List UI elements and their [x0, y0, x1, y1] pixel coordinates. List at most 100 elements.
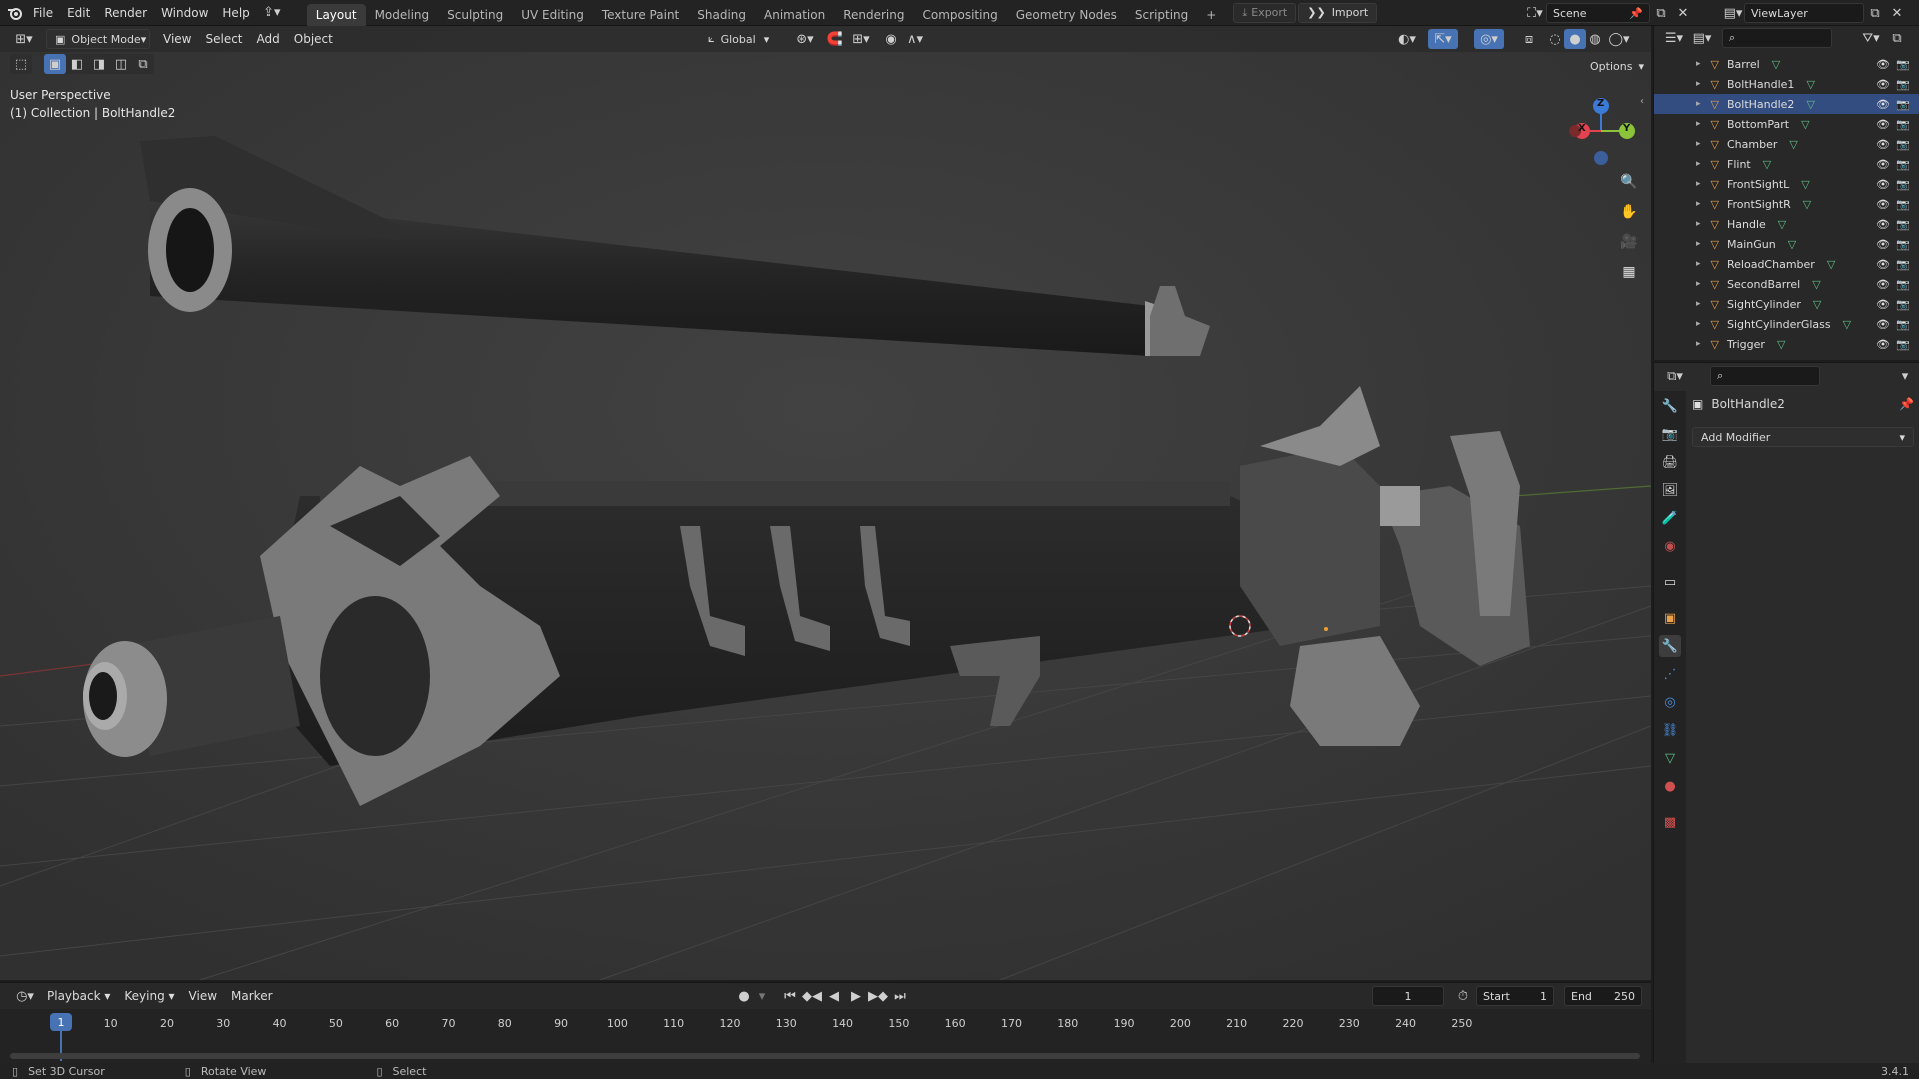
tab-uv-editing[interactable]: UV Editing: [512, 4, 593, 26]
next-keyframe-icon[interactable]: ▶◆: [867, 986, 889, 1006]
rendered-shading-icon[interactable]: ◯▾: [1604, 29, 1634, 49]
outliner-search-input[interactable]: ⌕: [1722, 28, 1832, 48]
select-subtract-icon[interactable]: ◨: [88, 54, 110, 74]
mesh-data-icon[interactable]: ▽: [1778, 218, 1786, 231]
export-button[interactable]: ⤓ Export: [1233, 2, 1297, 23]
import-button[interactable]: ❯❯ Import: [1298, 2, 1378, 23]
expand-arrow-icon[interactable]: ▸: [1696, 59, 1701, 69]
eye-icon[interactable]: 👁: [1876, 218, 1890, 231]
vp-menu-object[interactable]: Object: [287, 26, 340, 52]
timeline-track[interactable]: 1102030405060708090100110120130140150160…: [0, 1009, 1651, 1064]
pivot-point-icon[interactable]: ⊛▾: [790, 29, 820, 49]
outliner-item[interactable]: ▸ ▽ Barrel ▽ 👁 📷: [1654, 54, 1919, 74]
add-workspace-button[interactable]: +: [1197, 4, 1225, 26]
camera-view-icon[interactable]: 🎥: [1617, 230, 1641, 254]
eye-icon[interactable]: 👁: [1876, 58, 1890, 71]
expand-arrow-icon[interactable]: ▸: [1696, 259, 1701, 269]
render-tab-icon[interactable]: 📷: [1659, 423, 1681, 445]
eye-icon[interactable]: 👁: [1876, 78, 1890, 91]
expand-arrow-icon[interactable]: ▸: [1696, 159, 1701, 169]
output-tab-icon[interactable]: 🖨: [1659, 451, 1681, 473]
expand-arrow-icon[interactable]: ▸: [1696, 79, 1701, 89]
outliner-item[interactable]: ▸ ▽ FrontSightR ▽ 👁 📷: [1654, 194, 1919, 214]
camera-render-icon[interactable]: 📷: [1896, 338, 1910, 351]
play-icon[interactable]: ▶: [845, 986, 867, 1006]
camera-render-icon[interactable]: 📷: [1896, 218, 1910, 231]
outliner-item[interactable]: ▸ ▽ BottomPart ▽ 👁 📷: [1654, 114, 1919, 134]
texture-tab-icon[interactable]: ▩: [1659, 811, 1681, 833]
timeline-scrollbar[interactable]: [10, 1053, 1640, 1059]
outliner-item[interactable]: ▸ ▽ Handle ▽ 👁 📷: [1654, 214, 1919, 234]
outliner-item[interactable]: ▸ ▽ Chamber ▽ 👁 📷: [1654, 134, 1919, 154]
mesh-data-icon[interactable]: ▽: [1777, 338, 1785, 351]
eye-icon[interactable]: 👁: [1876, 158, 1890, 171]
outliner-editor-icon[interactable]: ☰▾: [1660, 28, 1688, 48]
mesh-data-icon[interactable]: ▽: [1763, 158, 1771, 171]
3d-viewport[interactable]: ⊞▾ ▣ Object Mode ▾ View Select Add Objec…: [0, 26, 1651, 980]
snap-icon[interactable]: 🧲: [824, 29, 846, 49]
expand-arrow-icon[interactable]: ▸: [1696, 139, 1701, 149]
mesh-data-icon[interactable]: ▽: [1801, 178, 1809, 191]
tab-shading[interactable]: Shading: [688, 4, 755, 26]
outliner-item[interactable]: ▸ ▽ FrontSightL ▽ 👁 📷: [1654, 174, 1919, 194]
proportional-edit-icon[interactable]: ◉: [880, 29, 902, 49]
object-tab-icon[interactable]: ▣: [1659, 607, 1681, 629]
zoom-icon[interactable]: 🔍: [1617, 170, 1641, 194]
camera-render-icon[interactable]: 📷: [1896, 198, 1910, 211]
mesh-data-icon[interactable]: ▽: [1803, 198, 1811, 211]
camera-render-icon[interactable]: 📷: [1896, 118, 1910, 131]
camera-render-icon[interactable]: 📷: [1896, 178, 1910, 191]
tab-sculpting[interactable]: Sculpting: [438, 4, 512, 26]
eye-icon[interactable]: 👁: [1876, 278, 1890, 291]
editor-type-icon[interactable]: ⊞▾: [10, 29, 38, 49]
play-reverse-icon[interactable]: ◀: [823, 986, 845, 1006]
falloff-icon[interactable]: ∧▾: [900, 29, 930, 49]
delete-viewlayer-icon[interactable]: ✕: [1886, 3, 1908, 23]
start-frame-field[interactable]: Start 1: [1476, 986, 1554, 1006]
tool-tab-icon[interactable]: 🔧: [1659, 395, 1681, 417]
view-layer-tab-icon[interactable]: 🖼: [1659, 479, 1681, 501]
upload-icon[interactable]: ⇪▾: [257, 3, 287, 23]
eye-icon[interactable]: 👁: [1876, 198, 1890, 211]
filter-icon[interactable]: ⛛▾: [1856, 28, 1886, 48]
tab-rendering[interactable]: Rendering: [834, 4, 913, 26]
expand-arrow-icon[interactable]: ▸: [1696, 199, 1701, 209]
vp-menu-view[interactable]: View: [156, 26, 198, 52]
tab-scripting[interactable]: Scripting: [1126, 4, 1197, 26]
sidebar-expand-icon[interactable]: ‹: [1640, 96, 1644, 107]
scene-tab-icon[interactable]: 🧪: [1659, 507, 1681, 529]
expand-arrow-icon[interactable]: ▸: [1696, 239, 1701, 249]
eye-icon[interactable]: 👁: [1876, 118, 1890, 131]
camera-render-icon[interactable]: 📷: [1896, 78, 1910, 91]
data-tab-icon[interactable]: ▽: [1659, 747, 1681, 769]
tab-animation[interactable]: Animation: [755, 4, 834, 26]
camera-render-icon[interactable]: 📷: [1896, 278, 1910, 291]
world-tab-icon[interactable]: ◉: [1659, 535, 1681, 557]
chamber[interactable]: [1240, 446, 1380, 646]
outliner-item[interactable]: ▸ ▽ SightCylinder ▽ 👁 📷: [1654, 294, 1919, 314]
pin-icon[interactable]: 📌: [1899, 397, 1914, 411]
menu-help[interactable]: Help: [215, 0, 256, 26]
preview-range-icon[interactable]: ⏱: [1452, 986, 1474, 1006]
gizmo-toggle-icon[interactable]: ⇱▾: [1428, 29, 1458, 49]
modifier-tab-icon[interactable]: 🔧: [1659, 635, 1681, 657]
material-tab-icon[interactable]: ●: [1659, 775, 1681, 797]
select-new-icon[interactable]: ▣: [44, 54, 66, 74]
properties-editor-icon[interactable]: ⧉▾: [1660, 366, 1690, 386]
select-invert-icon[interactable]: ◫: [110, 54, 132, 74]
scene-name-field[interactable]: Scene 📌: [1546, 3, 1650, 23]
expand-arrow-icon[interactable]: ▸: [1696, 99, 1701, 109]
jump-start-icon[interactable]: ⏮: [779, 986, 801, 1006]
outliner-item[interactable]: ▸ ▽ ReloadChamber ▽ 👁 📷: [1654, 254, 1919, 274]
tab-layout[interactable]: Layout: [306, 3, 366, 26]
vp-menu-select[interactable]: Select: [198, 26, 249, 52]
viewlayer-selector[interactable]: ▤▾ ViewLayer ⧉ ✕: [1722, 3, 1908, 23]
snap-target-icon[interactable]: ⊞▾: [846, 29, 876, 49]
camera-render-icon[interactable]: 📷: [1896, 138, 1910, 151]
outliner-item[interactable]: ▸ ▽ SecondBarrel ▽ 👁 📷: [1654, 274, 1919, 294]
select-extend-icon[interactable]: ◧: [66, 54, 88, 74]
tl-menu-playback[interactable]: Playback ▾: [40, 983, 117, 1009]
menu-window[interactable]: Window: [154, 0, 215, 26]
mesh-data-icon[interactable]: ▽: [1788, 238, 1796, 251]
eye-icon[interactable]: 👁: [1876, 318, 1890, 331]
